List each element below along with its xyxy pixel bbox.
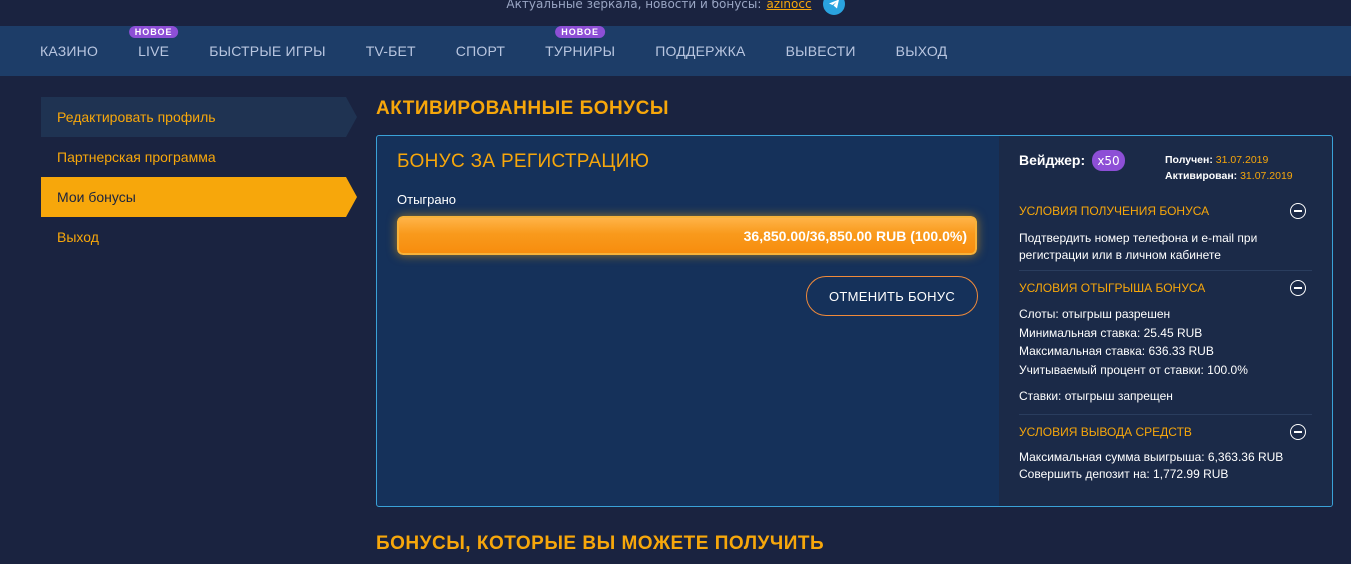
bonus-details-panel: Вейджер: x50 Получен: 31.07.2019 Активир… xyxy=(999,136,1332,506)
receive-conditions-title: УСЛОВИЯ ПОЛУЧЕНИЯ БОНУСА xyxy=(1019,204,1210,218)
nav-casino[interactable]: КАЗИНО xyxy=(40,43,98,59)
wager-row: Вейджер: x50 Получен: 31.07.2019 Активир… xyxy=(1019,150,1319,182)
nav-sport[interactable]: СПОРТ xyxy=(456,43,505,59)
nav-logout-label: ВЫХОД xyxy=(895,43,948,59)
withdraw-conditions: УСЛОВИЯ ВЫВОДА СРЕДСТВ Максимальная сумм… xyxy=(1019,423,1312,483)
wagering-slots: Слоты: отыгрыш разрешен xyxy=(1019,307,1171,321)
sidebar-item-partner-program[interactable]: Партнерская программа xyxy=(41,137,357,177)
played-label: Отыграно xyxy=(397,192,457,207)
available-bonuses-title: БОНУСЫ, КОТОРЫЕ ВЫ МОЖЕТЕ ПОЛУЧИТЬ xyxy=(376,533,825,554)
sidebar-item-logout[interactable]: Выход xyxy=(41,217,357,257)
receive-conditions: УСЛОВИЯ ПОЛУЧЕНИЯ БОНУСА Подтвердить ном… xyxy=(1019,202,1312,264)
activated-label: Активирован: xyxy=(1165,170,1238,182)
nav-support[interactable]: ПОДДЕРЖКА xyxy=(655,43,745,59)
receive-conditions-body: Подтвердить номер телефона и e-mail при … xyxy=(1019,230,1312,264)
withdraw-conditions-title: УСЛОВИЯ ВЫВОДА СРЕДСТВ xyxy=(1019,425,1192,439)
cancel-bonus-button[interactable]: ОТМЕНИТЬ БОНУС xyxy=(806,276,978,316)
wagering-bets: Ставки: отыгрыш запрещен xyxy=(1019,389,1173,403)
profile-sidebar: Редактировать профиль Партнерская програ… xyxy=(41,97,357,257)
wagering-conditions: УСЛОВИЯ ОТЫГРЫША БОНУСА Слоты: отыгрыш р… xyxy=(1019,279,1312,406)
wager-badge: x50 xyxy=(1092,150,1125,171)
nav-tv-bet-label: TV-БЕТ xyxy=(365,43,416,59)
nav-logout[interactable]: ВЫХОД xyxy=(896,43,948,59)
nav-tournaments[interactable]: НОВОЕ ТУРНИРЫ xyxy=(545,26,616,59)
nav-sport-label: СПОРТ xyxy=(455,43,506,59)
new-badge: НОВОЕ xyxy=(128,26,179,38)
nav-fast-games-label: БЫСТРЫЕ ИГРЫ xyxy=(209,43,326,59)
bonus-card-main: БОНУС ЗА РЕГИСТРАЦИЮ Отыграно 36,850.00/… xyxy=(377,136,999,506)
sidebar-item-edit-profile[interactable]: Редактировать профиль xyxy=(41,97,357,137)
wagering-min-bet: Минимальная ставка: 25.45 RUB xyxy=(1019,325,1203,340)
received-label: Получен: xyxy=(1165,154,1213,166)
nav-fast-games[interactable]: БЫСТРЫЕ ИГРЫ xyxy=(209,43,326,59)
telegram-icon[interactable] xyxy=(822,0,845,15)
wager-progress-bar: 36,850.00/36,850.00 RUB (100.0%) xyxy=(397,216,977,255)
nav-support-label: ПОДДЕРЖКА xyxy=(655,43,746,59)
nav-live-label: LIVE xyxy=(138,43,170,59)
sidebar-item-my-bonuses[interactable]: Мои бонусы xyxy=(41,177,357,217)
wager-progress-text: 36,850.00/36,850.00 RUB (100.0%) xyxy=(743,227,967,244)
bonus-card: БОНУС ЗА РЕГИСТРАЦИЮ Отыграно 36,850.00/… xyxy=(376,135,1333,507)
wagering-conditions-body: Слоты: отыгрыш разрешен Минимальная став… xyxy=(1019,305,1312,406)
receive-condition-line: Подтвердить номер телефона и e-mail при xyxy=(1019,231,1258,245)
announcement-strip: Актуальные зеркала, новости и бонусы: az… xyxy=(0,0,1351,26)
announcement-text: Актуальные зеркала, новости и бонусы: xyxy=(506,0,762,11)
collapse-minus-icon[interactable] xyxy=(1290,280,1306,296)
mirror-link[interactable]: azinocc xyxy=(766,0,811,11)
nav-withdraw-label: ВЫВЕСТИ xyxy=(785,43,856,59)
wager-label: Вейджер: xyxy=(1019,152,1086,168)
receive-conditions-header[interactable]: УСЛОВИЯ ПОЛУЧЕНИЯ БОНУСА xyxy=(1019,202,1312,220)
divider xyxy=(1019,414,1312,415)
withdraw-deposit: Совершить депозит на: 1,772.99 RUB xyxy=(1019,467,1229,481)
activated-date: 31.07.2019 xyxy=(1240,170,1293,182)
nav-withdraw[interactable]: ВЫВЕСТИ xyxy=(786,43,856,59)
withdraw-conditions-body: Максимальная сумма выигрыша: 6,363.36 RU… xyxy=(1019,449,1312,483)
activated-bonuses-title: АКТИВИРОВАННЫЕ БОНУСЫ xyxy=(376,98,669,119)
withdraw-max-win: Максимальная сумма выигрыша: 6,363.36 RU… xyxy=(1019,450,1284,464)
main-nav: КАЗИНО НОВОЕ LIVE БЫСТРЫЕ ИГРЫ TV-БЕТ СП… xyxy=(0,26,1351,76)
withdraw-conditions-header[interactable]: УСЛОВИЯ ВЫВОДА СРЕДСТВ xyxy=(1019,423,1312,441)
nav-casino-label: КАЗИНО xyxy=(40,43,99,59)
nav-live[interactable]: НОВОЕ LIVE xyxy=(128,26,179,59)
new-badge: НОВОЕ xyxy=(555,26,606,38)
nav-tv-bet[interactable]: TV-БЕТ xyxy=(366,43,416,59)
wagering-conditions-header[interactable]: УСЛОВИЯ ОТЫГРЫША БОНУСА xyxy=(1019,279,1312,297)
collapse-minus-icon[interactable] xyxy=(1290,203,1306,219)
received-date: 31.07.2019 xyxy=(1215,154,1269,166)
receive-condition-line: регистрации или в личном кабинете xyxy=(1019,248,1221,262)
nav-tournaments-label: ТУРНИРЫ xyxy=(545,43,616,59)
bonus-title: БОНУС ЗА РЕГИСТРАЦИЮ xyxy=(397,151,650,172)
wagering-percent: Учитываемый процент от ставки: 100.0% xyxy=(1019,362,1248,377)
wagering-conditions-title: УСЛОВИЯ ОТЫГРЫША БОНУСА xyxy=(1019,281,1206,295)
bonus-dates: Получен: 31.07.2019 Активирован: 31.07.2… xyxy=(1165,152,1293,184)
collapse-minus-icon[interactable] xyxy=(1290,424,1306,440)
wagering-max-bet: Максимальная ставка: 636.33 RUB xyxy=(1019,344,1214,358)
divider xyxy=(1019,270,1312,271)
